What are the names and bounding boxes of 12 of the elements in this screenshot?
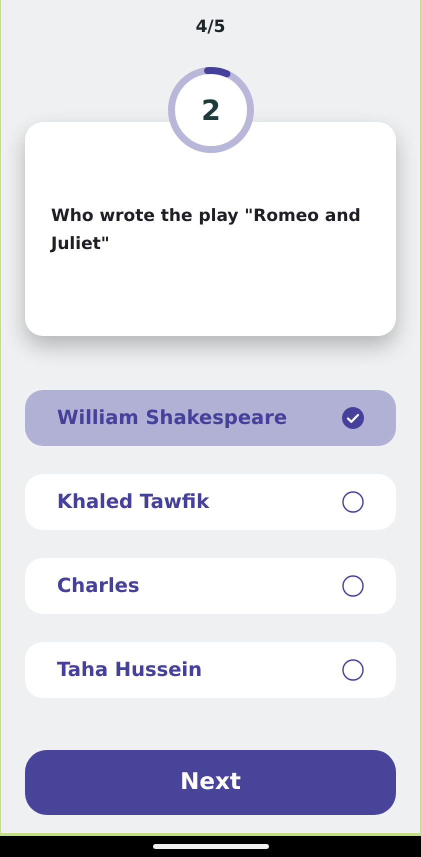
progress-counter: 4/5: [196, 17, 226, 37]
answer-option[interactable]: William Shakespeare: [25, 390, 396, 446]
question-text: Who wrote the play "Romeo and Juliet": [51, 205, 362, 256]
answer-option[interactable]: Charles: [25, 558, 396, 614]
countdown-timer: 2: [166, 66, 254, 154]
radio-icon: [342, 575, 364, 597]
answer-option[interactable]: Khaled Tawfik: [25, 474, 396, 530]
answer-option[interactable]: Taha Hussein: [25, 642, 396, 698]
radio-icon: [342, 659, 364, 681]
radio-icon: [342, 491, 364, 513]
next-button[interactable]: Next: [25, 750, 396, 815]
check-icon: [342, 407, 364, 429]
